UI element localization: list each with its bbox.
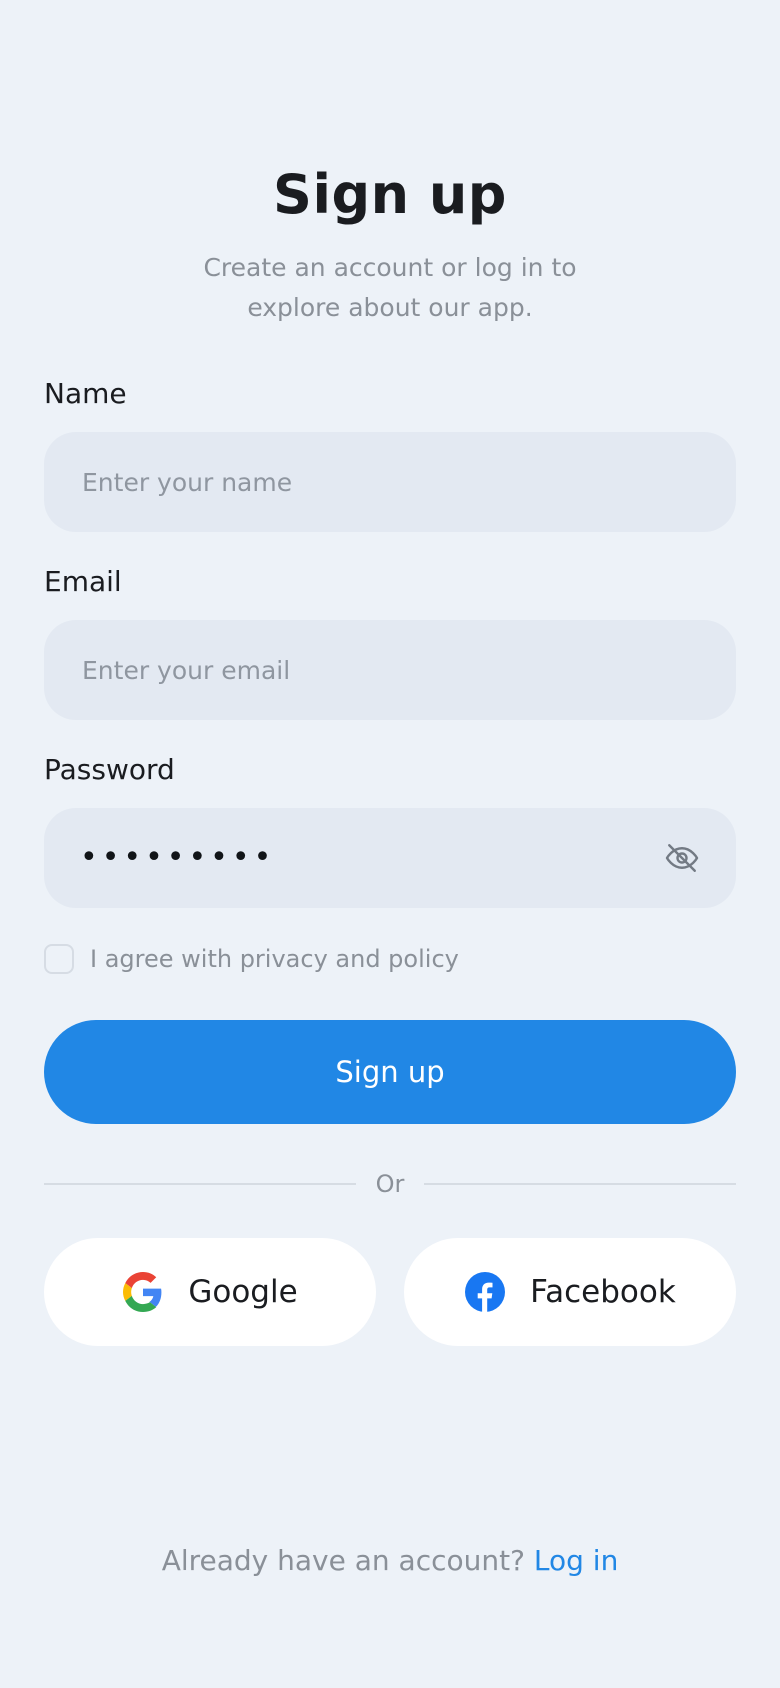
subtitle-line-2: explore about our app. bbox=[247, 293, 533, 322]
signup-button[interactable]: Sign up bbox=[44, 1020, 736, 1124]
google-label: Google bbox=[188, 1274, 298, 1310]
password-value: ••••••••• bbox=[80, 840, 276, 875]
divider-line-right bbox=[424, 1183, 737, 1185]
facebook-icon bbox=[464, 1271, 506, 1313]
google-icon bbox=[122, 1271, 164, 1313]
name-field-container bbox=[44, 432, 736, 532]
facebook-label: Facebook bbox=[530, 1274, 676, 1310]
password-input[interactable]: ••••••••• bbox=[44, 808, 736, 908]
eye-off-icon[interactable] bbox=[662, 838, 702, 878]
agree-checkbox[interactable] bbox=[44, 944, 74, 974]
name-input[interactable] bbox=[80, 466, 700, 498]
facebook-button[interactable]: Facebook bbox=[404, 1238, 736, 1346]
subtitle-line-1: Create an account or log in to bbox=[203, 253, 577, 282]
agree-label: I agree with privacy and policy bbox=[90, 945, 459, 973]
email-label: Email bbox=[44, 565, 122, 598]
login-prompt-text: Already have an account? bbox=[161, 1544, 534, 1577]
login-link[interactable]: Log in bbox=[534, 1544, 618, 1577]
login-prompt: Already have an account? Log in bbox=[0, 1544, 780, 1577]
password-label: Password bbox=[44, 753, 175, 786]
divider-line-left bbox=[44, 1183, 356, 1185]
google-button[interactable]: Google bbox=[44, 1238, 376, 1346]
email-input[interactable] bbox=[80, 654, 700, 686]
or-divider: Or bbox=[44, 1166, 737, 1202]
name-label: Name bbox=[44, 377, 127, 410]
signup-screen: Sign up Create an account or log in to e… bbox=[0, 0, 780, 1688]
email-field-container bbox=[44, 620, 736, 720]
agree-row: I agree with privacy and policy bbox=[44, 944, 459, 974]
divider-text: Or bbox=[375, 1170, 405, 1198]
page-title: Sign up bbox=[273, 163, 507, 226]
page-subtitle: Create an account or log in to explore a… bbox=[160, 248, 620, 328]
